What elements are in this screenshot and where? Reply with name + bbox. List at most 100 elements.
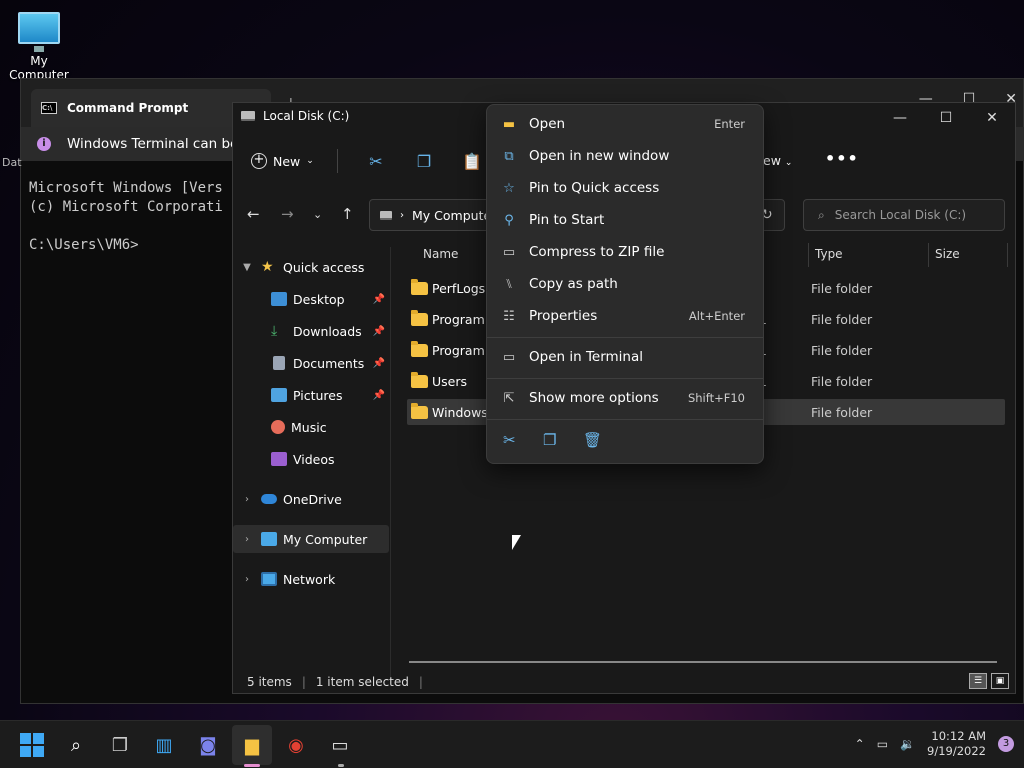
- sidebar-item-music[interactable]: Music: [233, 413, 389, 441]
- computer-icon: [261, 532, 277, 546]
- cloud-icon: [261, 494, 277, 504]
- menu-item-pin-quick-access[interactable]: ☆ Pin to Quick access: [491, 173, 759, 203]
- chrome-icon[interactable]: ◉: [284, 733, 308, 757]
- menu-item-label: Properties: [529, 308, 598, 324]
- context-menu: ▬ Open Enter ⧉ Open in new window ☆ Pin …: [486, 104, 764, 464]
- folder-icon: [411, 309, 428, 326]
- menu-separator: [487, 378, 763, 379]
- search-icon[interactable]: ⌕: [64, 733, 88, 757]
- recent-locations-icon[interactable]: ⌄: [313, 208, 322, 221]
- details-view-icon[interactable]: ☰: [969, 673, 987, 689]
- large-icons-view-icon[interactable]: ▣: [991, 673, 1009, 689]
- sidebar-item-label: Pictures: [293, 387, 343, 403]
- terminal-prompt: C:\Users\VM6>: [29, 237, 139, 253]
- selection-count: 1 item selected: [315, 675, 409, 689]
- clock-date: 9/19/2022: [927, 744, 986, 758]
- sidebar-item-my-computer[interactable]: › My Computer: [233, 525, 389, 553]
- menu-item-compress-zip[interactable]: ▭ Compress to ZIP file: [491, 237, 759, 267]
- sidebar-item-onedrive[interactable]: › OneDrive: [233, 485, 389, 513]
- close-icon[interactable]: ✕: [969, 103, 1015, 133]
- search-input[interactable]: Search Local Disk (C:): [835, 208, 966, 222]
- sidebar-item-downloads[interactable]: ⤓ Downloads 📌: [233, 317, 389, 345]
- menu-item-pin-start[interactable]: ⚲ Pin to Start: [491, 205, 759, 235]
- menu-item-show-more-options[interactable]: ⇱ Show more options Shift+F10: [491, 383, 759, 413]
- column-divider[interactable]: [808, 243, 809, 267]
- sidebar-item-documents[interactable]: Documents 📌: [233, 349, 389, 377]
- menu-item-open[interactable]: ▬ Open Enter: [491, 109, 759, 139]
- widgets-icon[interactable]: ▥: [152, 733, 176, 757]
- pin-icon: 📌: [372, 389, 385, 401]
- folder-icon: [411, 278, 428, 295]
- sidebar-item-label: Downloads: [293, 323, 362, 339]
- more-options-button[interactable]: •••: [825, 149, 859, 168]
- sidebar-item-label: Network: [283, 571, 336, 587]
- status-divider: |: [301, 675, 306, 689]
- chat-icon[interactable]: ◙: [196, 733, 220, 757]
- item-count: 5 items: [247, 675, 292, 689]
- delete-icon[interactable]: 🗑: [583, 431, 602, 449]
- back-icon[interactable]: ←: [247, 205, 260, 223]
- network-icon[interactable]: ▭: [877, 737, 888, 751]
- sidebar-item-quick-access[interactable]: ▼ ★ Quick access: [233, 253, 389, 281]
- view-button-label: ew: [763, 153, 781, 168]
- desktop-partial-label: Dat: [2, 156, 22, 169]
- terminal-output[interactable]: Microsoft Windows [Vers (c) Microsoft Co…: [29, 179, 223, 255]
- column-header-name[interactable]: Name: [423, 247, 458, 261]
- star-outline-icon: ☆: [503, 181, 515, 196]
- copy-icon[interactable]: ❐: [400, 152, 448, 171]
- minimize-icon[interactable]: —: [877, 103, 923, 133]
- sidebar-item-label: Music: [291, 419, 327, 435]
- cut-icon[interactable]: ✂: [503, 431, 516, 449]
- chevron-right-icon[interactable]: ›: [233, 574, 261, 585]
- video-icon: [271, 452, 287, 466]
- column-header-type[interactable]: Type: [815, 247, 843, 261]
- menu-item-copy-as-path[interactable]: ⑊ Copy as path: [491, 269, 759, 299]
- volume-icon[interactable]: 🔉: [900, 737, 915, 751]
- column-divider[interactable]: [1007, 243, 1008, 267]
- forward-icon[interactable]: →: [281, 205, 294, 223]
- clock[interactable]: 10:12 AM 9/19/2022: [927, 729, 986, 759]
- drive-icon: [380, 210, 392, 220]
- menu-item-open-terminal[interactable]: ▭ Open in Terminal: [491, 342, 759, 372]
- address-segment[interactable]: My Compute: [412, 208, 491, 223]
- column-header-size[interactable]: Size: [935, 247, 960, 261]
- copy-icon[interactable]: ❐: [543, 431, 556, 449]
- column-divider[interactable]: [928, 243, 929, 267]
- cut-icon[interactable]: ✂: [352, 152, 400, 171]
- desktop-my-computer[interactable]: My Computer: [2, 8, 76, 82]
- menu-item-open-new-window[interactable]: ⧉ Open in new window: [491, 141, 759, 171]
- menu-item-shortcut: Shift+F10: [687, 391, 745, 405]
- chevron-down-icon[interactable]: ▼: [233, 262, 261, 273]
- menu-separator: [487, 337, 763, 338]
- file-explorer-icon[interactable]: ▆: [240, 733, 264, 757]
- sidebar-item-network[interactable]: › Network: [233, 565, 389, 593]
- drive-icon: [241, 111, 255, 121]
- sidebar-item-label: Quick access: [283, 259, 365, 275]
- task-view-icon[interactable]: ❐: [108, 733, 132, 757]
- sidebar-item-videos[interactable]: Videos: [233, 445, 389, 473]
- chevron-up-icon[interactable]: ⌃: [855, 737, 865, 751]
- music-icon: [271, 420, 285, 434]
- notification-badge[interactable]: 3: [998, 736, 1014, 752]
- explorer-window-controls: — ☐ ✕: [877, 103, 1015, 133]
- view-button[interactable]: ew ⌄: [763, 153, 792, 168]
- desktop-icon: [271, 292, 287, 306]
- menu-item-properties[interactable]: ☷ Properties Alt+Enter: [491, 301, 759, 331]
- chevron-right-icon[interactable]: ›: [233, 494, 261, 505]
- sidebar-item-desktop[interactable]: Desktop 📌: [233, 285, 389, 313]
- terminal-icon[interactable]: ▭: [328, 733, 352, 757]
- sidebar-item-pictures[interactable]: Pictures 📌: [233, 381, 389, 409]
- search-box[interactable]: ⌕ Search Local Disk (C:): [803, 199, 1005, 231]
- horizontal-scrollbar[interactable]: [409, 661, 997, 663]
- up-icon[interactable]: ↑: [341, 205, 354, 223]
- zip-icon: ▭: [502, 245, 516, 260]
- document-icon: [273, 356, 285, 370]
- chevron-right-icon[interactable]: ›: [233, 534, 261, 545]
- maximize-icon[interactable]: ☐: [923, 103, 969, 133]
- start-button[interactable]: [20, 733, 44, 757]
- status-divider: |: [418, 675, 423, 689]
- pin-icon: ⚲: [504, 213, 514, 228]
- mouse-cursor: [512, 535, 521, 550]
- new-button[interactable]: + New ⌄: [251, 153, 323, 169]
- sidebar-item-label: OneDrive: [283, 491, 342, 507]
